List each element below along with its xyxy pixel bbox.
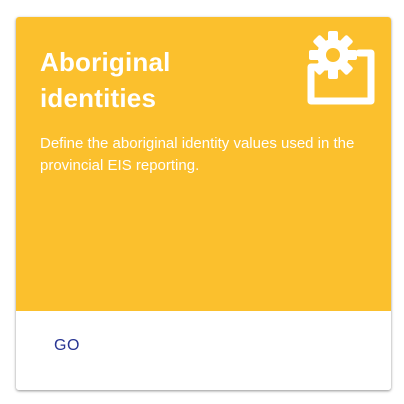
card-title: Aboriginal identities [40,47,171,113]
card-header: Aboriginal identities Define the aborigi… [16,17,391,311]
card-description: Define the aboriginal identity values us… [40,135,355,174]
card-actions: GO [16,311,391,390]
go-button[interactable]: GO [40,328,94,364]
settings-applications-icon [299,25,379,107]
aboriginal-identities-card: Aboriginal identities Define the aborigi… [16,17,391,390]
